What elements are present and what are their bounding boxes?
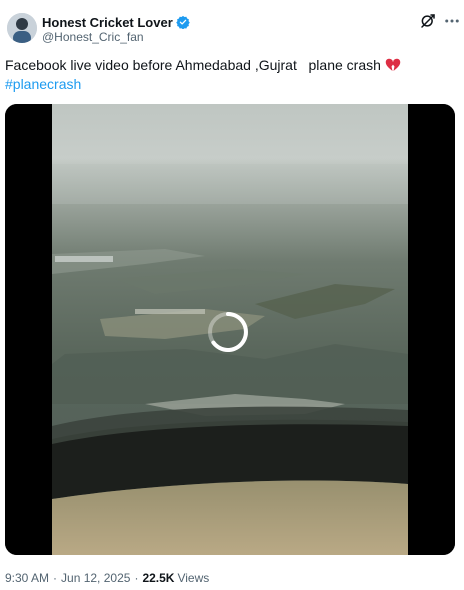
verified-badge-icon <box>175 15 190 30</box>
broken-heart-icon <box>385 58 401 72</box>
name-line: Honest Cricket Lover <box>42 14 190 30</box>
views-label: Views <box>177 571 210 585</box>
avatar[interactable] <box>7 13 37 43</box>
tweet-date[interactable]: Jun 12, 2025 <box>61 571 130 585</box>
loading-spinner-icon <box>206 310 250 354</box>
meta-separator: · <box>53 571 58 585</box>
tweet-text-line-1: Facebook live video before Ahmedabad ,Gu… <box>5 56 445 75</box>
grok-icon[interactable] <box>419 12 437 30</box>
handle[interactable]: @Honest_Cric_fan <box>42 30 144 44</box>
meta-separator-2: · <box>134 571 139 585</box>
tweet-time[interactable]: 9:30 AM <box>5 571 49 585</box>
tweet-header: Honest Cricket Lover @Honest_Cric_fan <box>7 11 459 47</box>
views-count: 22.5K <box>142 571 175 585</box>
tweet-main-text: Facebook live video before Ahmedabad ,Gu… <box>5 57 381 73</box>
tweet-meta: 9:30 AM · Jun 12, 2025 · 22.5K Views <box>5 571 209 585</box>
hashtag-link[interactable]: #planecrash <box>5 75 445 94</box>
tweet-text: Facebook live video before Ahmedabad ,Gu… <box>5 56 445 94</box>
video-player[interactable] <box>5 104 455 555</box>
more-options-icon[interactable] <box>443 12 461 30</box>
display-name[interactable]: Honest Cricket Lover <box>42 15 173 30</box>
